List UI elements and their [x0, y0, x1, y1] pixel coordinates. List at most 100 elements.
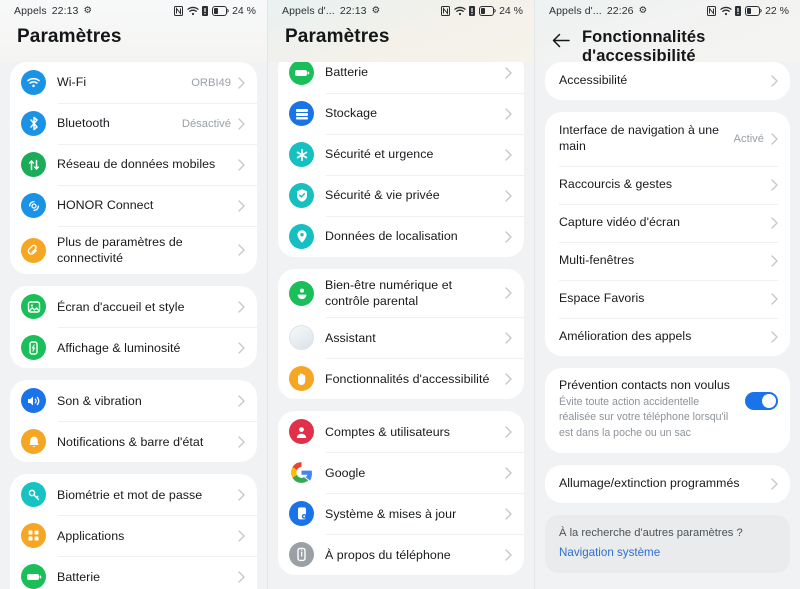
list-item-label: Applications [57, 528, 125, 543]
page-title: Fonctionnalités d'accessibilité [582, 28, 706, 65]
chevron-right-icon [771, 179, 778, 191]
list-item-label: À propos du téléphone [325, 547, 451, 562]
list-item-screen-recording[interactable]: Capture vidéo d'écran [545, 203, 790, 242]
list-item-honor-connect[interactable]: HONOR Connect [10, 185, 257, 226]
wifi-icon [719, 6, 732, 16]
list-item-call-enhancement[interactable]: Amélioration des appels [545, 317, 790, 356]
list-item-accessibility-features[interactable]: Fonctionnalités d'accessibilité [278, 358, 524, 399]
list-item-label: Assistant [325, 330, 376, 345]
settings-group-connectivity: Wi-Fi ORBI49 Bluetooth Désactivé Réseau … [10, 62, 257, 275]
status-bar-left: Appels 22:13 ⚙ [14, 5, 92, 17]
list-item-wifi[interactable]: Wi-Fi ORBI49 [10, 62, 257, 103]
list-item-security-emergency[interactable]: Sécurité et urgence [278, 134, 524, 175]
chevron-right-icon [505, 467, 512, 479]
list-item-label: Allumage/extinction programmés [559, 475, 740, 490]
list-item-notifications[interactable]: Notifications & barre d'état [10, 421, 257, 462]
back-arrow-icon[interactable] [550, 29, 572, 51]
list-item-label: Notifications & barre d'état [57, 434, 204, 449]
list-item-label: Sécurité & vie privée [325, 188, 440, 203]
display-brightness-icon [21, 335, 46, 361]
sound-icon [21, 388, 46, 414]
battery-icon [478, 6, 496, 16]
nfc-icon [441, 6, 451, 16]
list-item-favorites-space[interactable]: Espace Favoris [545, 279, 790, 318]
signal-icon [469, 6, 476, 16]
chevron-right-icon [238, 342, 245, 354]
settings-group-accidental-touch: Prévention contacts non voulus Évite tou… [545, 367, 790, 453]
list-item-storage[interactable]: Stockage [278, 93, 524, 134]
settings-group-security: Biométrie et mot de passe Applications B… [10, 474, 257, 589]
list-item-assistant[interactable]: Assistant [278, 317, 524, 358]
settings-group-features: Interface de navigation à une main Activ… [545, 111, 790, 356]
phone-screen-accessibility-features: Appels d'... 22:26 ⚙ 22 % Fonctionnalité… [534, 0, 800, 589]
chevron-right-icon [505, 189, 512, 202]
accidental-touch-toggle[interactable] [745, 391, 778, 410]
accessibility-hand-icon [289, 366, 314, 392]
list-item-label: Capture vidéo d'écran [559, 214, 680, 229]
battery-icon [211, 6, 229, 16]
list-item-value: ORBI49 [191, 76, 231, 89]
chevron-right-icon [771, 331, 778, 343]
wifi-icon [21, 70, 46, 95]
home-screen-icon [21, 294, 46, 320]
list-item-home-screen[interactable]: Écran d'accueil et style [10, 286, 257, 327]
toggle-description: Évite toute action accidentelle réalisée… [559, 395, 729, 439]
settings-group-wellbeing: Bien-être numérique et contrôle parental… [278, 269, 524, 400]
list-item-applications[interactable]: Applications [10, 515, 257, 556]
settings-group-display: Écran d'accueil et style Affichage & lum… [10, 286, 257, 369]
list-item-location-data[interactable]: Données de localisation [278, 216, 524, 257]
chevron-right-icon [238, 436, 245, 448]
toggle-knob [762, 393, 776, 408]
list-item-security-privacy[interactable]: Sécurité & vie privée [278, 175, 524, 216]
chevron-right-icon [238, 244, 245, 256]
list-item-system-updates[interactable]: Système & mises à jour [278, 493, 524, 534]
chevron-right-icon [505, 508, 512, 520]
accessibility-scroll-area[interactable]: Accessibilité Interface de navigation à … [535, 0, 800, 589]
digital-wellbeing-icon [289, 280, 314, 306]
list-item-more-connectivity[interactable]: Plus de paramètres de connectivité [10, 226, 257, 274]
chevron-right-icon [771, 75, 778, 87]
accounts-users-icon [289, 419, 314, 445]
list-item-battery[interactable]: Batterie [10, 556, 257, 589]
chevron-right-icon [771, 217, 778, 229]
list-item-display-brightness[interactable]: Affichage & luminosité [10, 327, 257, 368]
chevron-right-icon [238, 301, 245, 313]
list-item-multi-window[interactable]: Multi-fenêtres [545, 241, 790, 280]
honor-connect-icon [21, 193, 46, 218]
screenshot-triptych: Appels 22:13 ⚙ 24 % Paramètres Wi-Fi ORB… [0, 0, 800, 589]
list-item-shortcuts-gestures[interactable]: Raccourcis & gestes [545, 165, 790, 204]
privacy-shield-icon [289, 183, 314, 208]
list-item-label: HONOR Connect [57, 198, 154, 213]
list-item-about-phone[interactable]: À propos du téléphone [278, 534, 524, 575]
status-clock: 22:26 [606, 5, 634, 17]
list-item-accessibility[interactable]: Accessibilité [545, 62, 790, 100]
chevron-right-icon [238, 530, 245, 542]
settings-scroll-area[interactable]: Batterie Stockage Sécurité et urgence Sé… [268, 0, 534, 589]
status-bar: Appels d'... 22:26 ⚙ 22 % [535, 0, 800, 22]
storage-icon [289, 101, 314, 126]
phone-screen-settings-main: Appels 22:13 ⚙ 24 % Paramètres Wi-Fi ORB… [0, 0, 267, 589]
settings-scroll-area[interactable]: Wi-Fi ORBI49 Bluetooth Désactivé Réseau … [0, 0, 267, 589]
list-item-scheduled-power[interactable]: Allumage/extinction programmés [545, 465, 790, 503]
list-item-sound-vibration[interactable]: Son & vibration [10, 380, 257, 421]
list-item-accidental-touch-prevention[interactable]: Prévention contacts non voulus Évite tou… [545, 368, 790, 453]
list-item-label: Bien-être numérique et contrôle parental [325, 278, 453, 309]
list-item-mobile-data[interactable]: Réseau de données mobiles [10, 144, 257, 185]
chevron-right-icon [238, 158, 245, 171]
list-item-google[interactable]: Google [278, 452, 524, 493]
list-item-bluetooth[interactable]: Bluetooth Désactivé [10, 103, 257, 144]
list-item-label: Biométrie et mot de passe [57, 487, 203, 502]
list-item-biometrics-password[interactable]: Biométrie et mot de passe [10, 474, 257, 515]
about-phone-icon [289, 542, 314, 568]
chevron-right-icon [505, 66, 512, 79]
gear-icon: ⚙ [83, 5, 93, 17]
list-item-label: Bluetooth [57, 116, 110, 131]
hint-link-system-navigation[interactable]: Navigation système [559, 546, 776, 559]
list-item-accounts-users[interactable]: Comptes & utilisateurs [278, 411, 524, 452]
chevron-right-icon [771, 255, 778, 267]
list-item-one-hand-navigation[interactable]: Interface de navigation à une main Activ… [545, 112, 790, 166]
chevron-right-icon [771, 478, 778, 490]
wifi-icon [186, 6, 199, 16]
signal-icon [735, 6, 742, 16]
list-item-digital-wellbeing[interactable]: Bien-être numérique et contrôle parental [278, 269, 524, 317]
